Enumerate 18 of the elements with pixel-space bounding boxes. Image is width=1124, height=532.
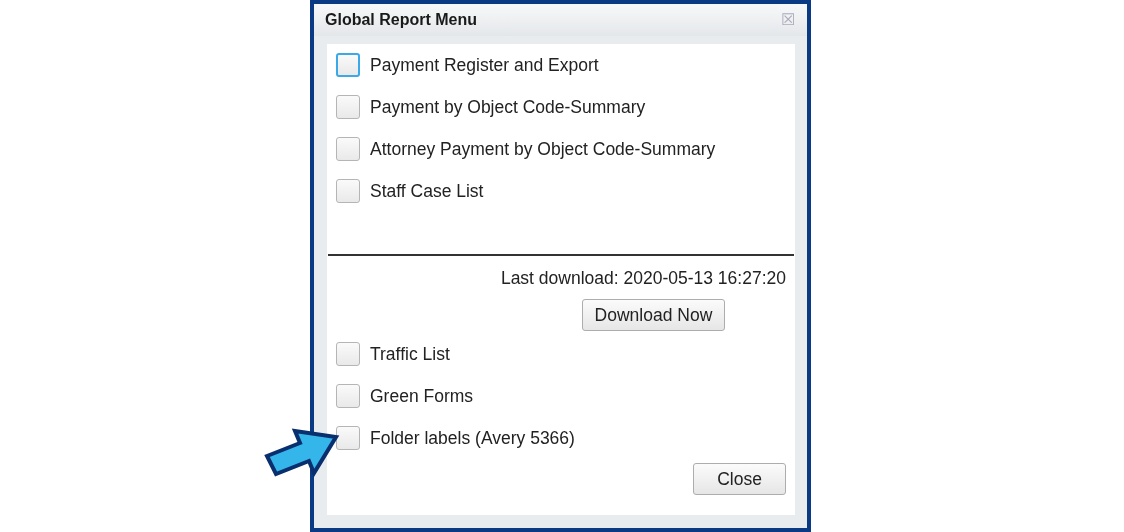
- checkbox[interactable]: [336, 53, 360, 77]
- checkbox-label: Folder labels (Avery 5366): [370, 427, 575, 449]
- checkbox-label: Green Forms: [370, 385, 474, 407]
- checkbox-label: Payment Register and Export: [370, 54, 599, 76]
- checkbox[interactable]: [336, 179, 360, 203]
- checkbox[interactable]: [336, 137, 360, 161]
- checkbox[interactable]: [336, 426, 360, 450]
- checkbox[interactable]: [336, 95, 360, 119]
- download-now-button[interactable]: Download Now: [581, 299, 726, 331]
- close-button[interactable]: Close: [693, 463, 786, 495]
- checkbox-label: Payment by Object Code-Summary: [370, 96, 646, 118]
- checkbox[interactable]: [336, 342, 360, 366]
- checkbox-label: Staff Case List: [370, 180, 484, 202]
- checkbox-label: Attorney Payment by Object Code-Summary: [370, 138, 716, 160]
- last-download-text: Last download: 2020-05-13 16:27:20: [500, 268, 786, 289]
- window-title: Global Report Menu: [325, 11, 477, 29]
- checkbox-label: Traffic List: [370, 343, 450, 365]
- checkbox[interactable]: [336, 384, 360, 408]
